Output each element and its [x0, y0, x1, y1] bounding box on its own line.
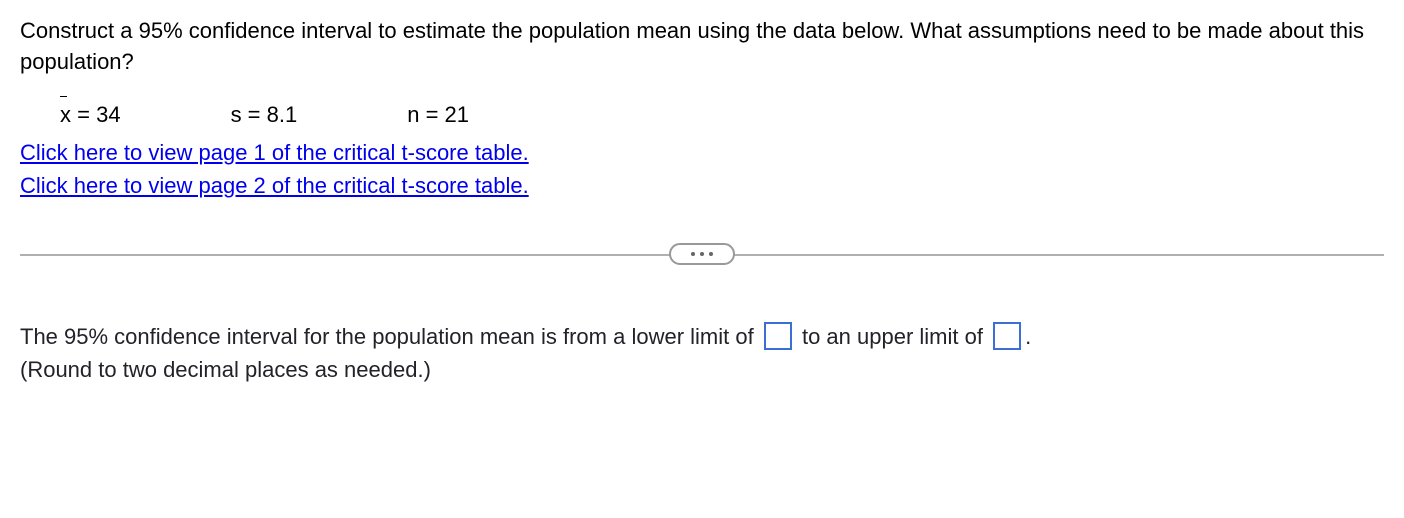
upper-limit-input[interactable] [993, 322, 1021, 350]
answer-prefix: The 95% confidence interval for the popu… [20, 324, 754, 349]
section-divider [20, 242, 1384, 266]
xbar-value: x = 34 [60, 102, 121, 128]
dot-icon [691, 252, 695, 256]
answer-suffix: . [1025, 324, 1031, 349]
lower-limit-input[interactable] [764, 322, 792, 350]
t-table-page2-link[interactable]: Click here to view page 2 of the critica… [20, 169, 1384, 202]
xbar-symbol: x [60, 102, 71, 128]
data-row: x = 34 s = 8.1 n = 21 [60, 102, 1384, 128]
s-value: s = 8.1 [231, 102, 298, 128]
answer-middle: to an upper limit of [802, 324, 983, 349]
round-note: (Round to two decimal places as needed.) [20, 357, 1384, 383]
dot-icon [700, 252, 704, 256]
answer-sentence: The 95% confidence interval for the popu… [20, 316, 1384, 358]
question-prompt: Construct a 95% confidence interval to e… [20, 16, 1384, 78]
n-value: n = 21 [407, 102, 469, 128]
expand-pill-button[interactable] [669, 243, 735, 265]
t-table-page1-link[interactable]: Click here to view page 1 of the critica… [20, 136, 1384, 169]
dot-icon [709, 252, 713, 256]
